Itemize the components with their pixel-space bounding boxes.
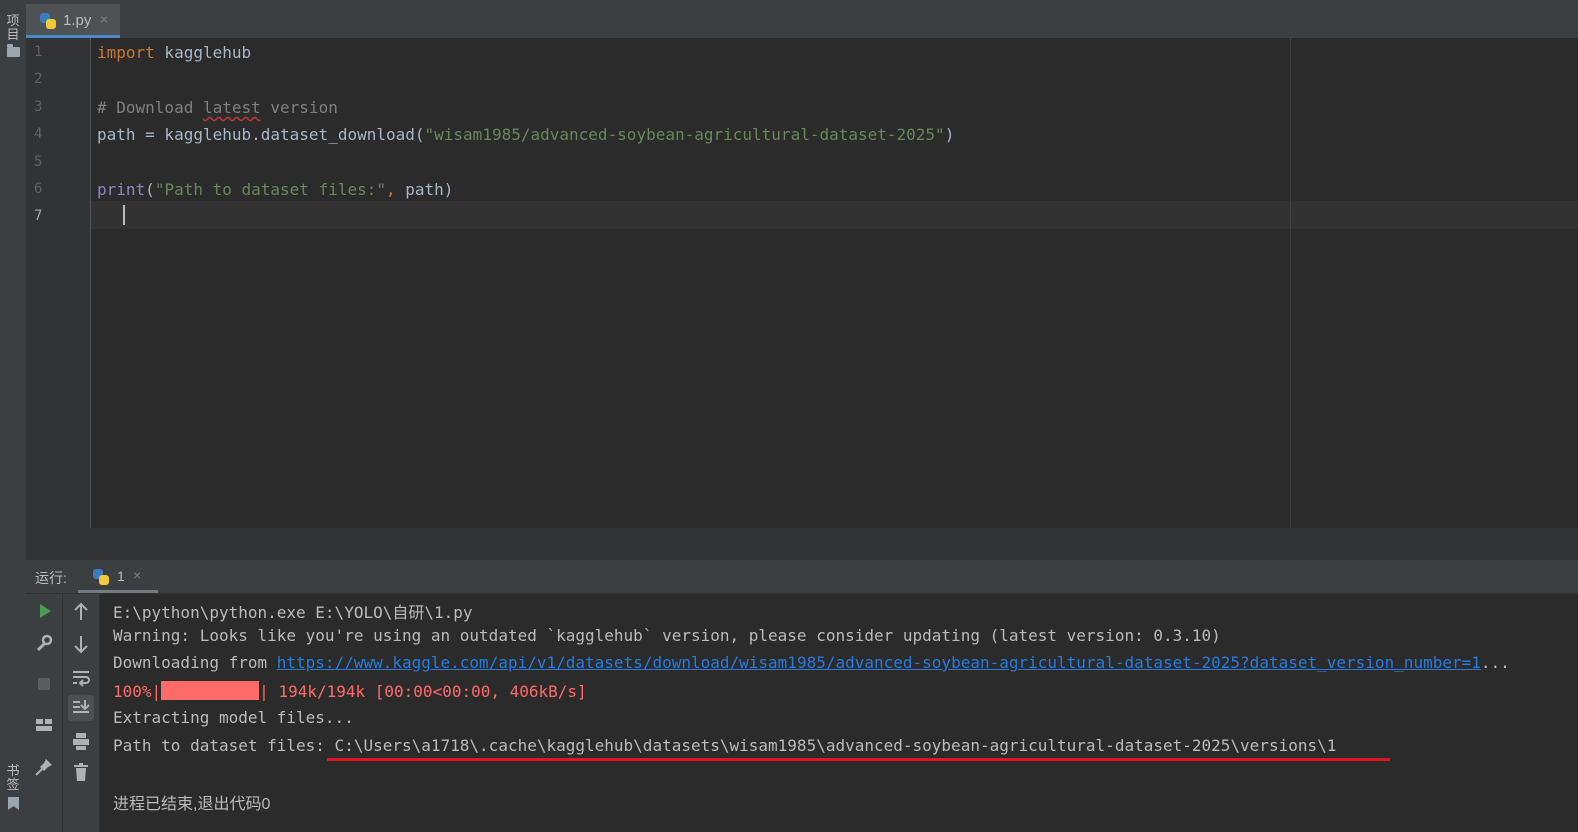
python-file-icon <box>93 569 109 585</box>
down-arrow-icon[interactable] <box>69 632 93 656</box>
tab-label: 1.py <box>63 12 92 29</box>
run-tab-close-icon[interactable]: × <box>133 567 141 583</box>
python-file-icon <box>40 13 56 29</box>
left-tool-strip: 项目 书签 <box>0 0 27 832</box>
code-line-3: # Download latest version <box>97 98 338 117</box>
tab-1py[interactable]: 1.py × <box>26 4 120 38</box>
tab-close-icon[interactable]: × <box>100 11 108 27</box>
stop-icon[interactable] <box>32 672 56 696</box>
panel-splitter[interactable] <box>26 528 1578 560</box>
editor-tab-bar: 1.py × <box>26 0 1578 39</box>
string-literal: "Path to dataset files:" <box>154 180 386 199</box>
console-progress-line: 100%| | 194k/194k [00:00<00:00, 406kB/s] <box>113 681 587 701</box>
string-literal: "wisam1985/advanced-soybean-agricultural… <box>424 125 945 144</box>
bookmarks-tool-label[interactable]: 书签 <box>6 764 20 792</box>
code-line-6: print("Path to dataset files:", path) <box>97 180 454 199</box>
wrench-icon[interactable] <box>32 631 56 655</box>
console-download-line: Downloading from https://www.kaggle.com/… <box>113 653 1510 672</box>
run-tab-1[interactable]: 1 × <box>78 560 158 593</box>
project-tool-label[interactable]: 项目 <box>6 14 20 42</box>
line-number-current: 7 <box>34 208 43 224</box>
pin-icon[interactable] <box>32 755 56 779</box>
console-command-line: E:\python\python.exe E:\YOLO\自研\1.py <box>113 603 473 622</box>
keyword-import: import <box>97 43 155 62</box>
line-number: 3 <box>34 99 43 115</box>
run-panel-header: 运行: 1 × <box>26 560 1578 594</box>
run-toolbar-secondary <box>63 594 100 832</box>
print-icon[interactable] <box>69 729 93 753</box>
bookmark-icon[interactable] <box>8 797 19 810</box>
folder-icon[interactable] <box>7 44 20 57</box>
download-url-link[interactable]: https://www.kaggle.com/api/v1/datasets/d… <box>277 653 1481 672</box>
text-caret <box>123 205 125 225</box>
scroll-to-end-icon[interactable] <box>68 695 94 721</box>
run-tab-label: 1 <box>117 568 125 584</box>
run-panel-title: 运行: <box>35 570 67 586</box>
layout-icon[interactable] <box>32 713 56 737</box>
current-line-highlight <box>91 201 1578 229</box>
code-line-1: import kagglehub <box>97 43 252 62</box>
line-number: 5 <box>34 154 43 170</box>
line-number: 4 <box>34 126 43 142</box>
line-number-gutter: 1 2 3 4 5 6 7 <box>26 38 91 528</box>
code-line-4: path = kagglehub.dataset_download("wisam… <box>97 125 955 144</box>
builtin-print: print <box>97 180 146 199</box>
console-output[interactable]: E:\python\python.exe E:\YOLO\自研\1.py War… <box>100 594 1578 832</box>
run-toolbar-primary <box>26 594 63 832</box>
soft-wrap-icon[interactable] <box>69 665 93 689</box>
trash-icon[interactable] <box>69 760 93 784</box>
annotation-red-underline <box>327 758 1390 761</box>
progress-bar <box>161 681 260 700</box>
console-path-line: Path to dataset files: C:\Users\a1718\.c… <box>113 736 1337 755</box>
console-exit-line: 进程已结束,退出代码0 <box>113 796 271 813</box>
line-number: 1 <box>34 44 43 60</box>
active-run-tab-indicator <box>78 590 158 593</box>
code-editor[interactable]: 1 2 3 4 5 6 7 import kagglehub # Downloa… <box>26 38 1578 528</box>
spellcheck-word: latest <box>202 98 261 117</box>
right-margin-guide <box>1290 38 1291 528</box>
console-extracting-line: Extracting model files... <box>113 708 354 727</box>
up-arrow-icon[interactable] <box>69 600 93 624</box>
console-warning-line: Warning: Looks like you're using an outd… <box>113 626 1221 645</box>
run-icon[interactable] <box>32 599 56 623</box>
line-number: 6 <box>34 181 43 197</box>
line-number: 2 <box>34 71 43 87</box>
